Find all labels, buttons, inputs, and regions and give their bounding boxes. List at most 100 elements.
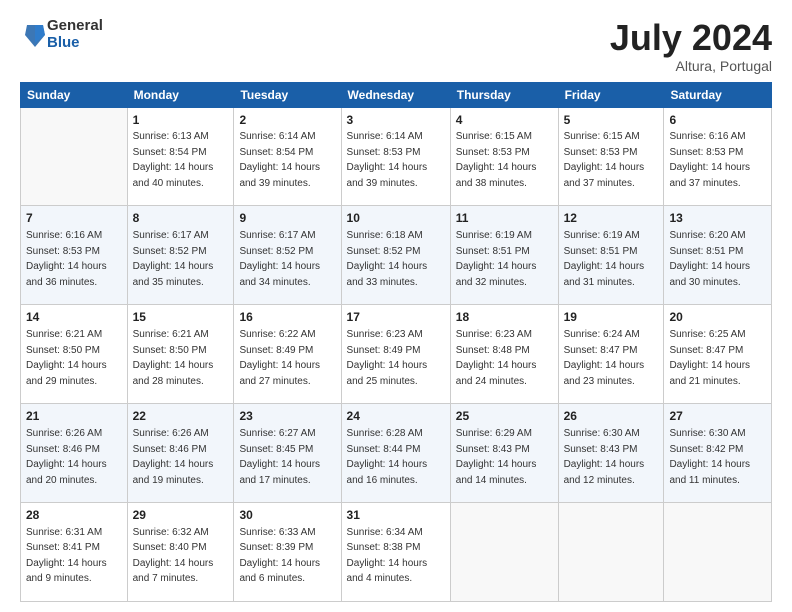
day-number: 17 xyxy=(347,309,445,326)
table-row: 23 Sunrise: 6:27 AMSunset: 8:45 PMDayligh… xyxy=(234,404,341,503)
day-info: Sunrise: 6:16 AMSunset: 8:53 PMDaylight:… xyxy=(26,230,107,288)
day-number: 14 xyxy=(26,309,122,326)
day-info: Sunrise: 6:16 AMSunset: 8:53 PMDaylight:… xyxy=(669,131,750,189)
day-info: Sunrise: 6:24 AMSunset: 8:47 PMDaylight:… xyxy=(564,329,645,387)
day-info: Sunrise: 6:25 AMSunset: 8:47 PMDaylight:… xyxy=(669,329,750,387)
table-row: 20 Sunrise: 6:25 AMSunset: 8:47 PMDayligh… xyxy=(664,305,772,404)
day-number: 9 xyxy=(239,210,335,227)
calendar-week-row: 28 Sunrise: 6:31 AMSunset: 8:41 PMDayligh… xyxy=(21,503,772,602)
table-row xyxy=(450,503,558,602)
logo-general-text: General xyxy=(47,18,103,35)
table-row: 14 Sunrise: 6:21 AMSunset: 8:50 PMDayligh… xyxy=(21,305,128,404)
day-number: 2 xyxy=(239,112,335,129)
calendar-week-row: 14 Sunrise: 6:21 AMSunset: 8:50 PMDayligh… xyxy=(21,305,772,404)
table-row: 15 Sunrise: 6:21 AMSunset: 8:50 PMDayligh… xyxy=(127,305,234,404)
day-info: Sunrise: 6:23 AMSunset: 8:48 PMDaylight:… xyxy=(456,329,537,387)
calendar-table: Sunday Monday Tuesday Wednesday Thursday… xyxy=(20,82,772,602)
day-number: 22 xyxy=(133,408,229,425)
header-monday: Monday xyxy=(127,82,234,107)
table-row: 8 Sunrise: 6:17 AMSunset: 8:52 PMDaylight… xyxy=(127,206,234,305)
day-number: 6 xyxy=(669,112,766,129)
header-saturday: Saturday xyxy=(664,82,772,107)
day-info: Sunrise: 6:33 AMSunset: 8:39 PMDaylight:… xyxy=(239,527,320,585)
day-number: 8 xyxy=(133,210,229,227)
day-number: 4 xyxy=(456,112,553,129)
table-row: 21Sunrise: 6:26 AMSunset: 8:46 PMDayligh… xyxy=(21,404,128,503)
day-info: Sunrise: 6:14 AMSunset: 8:54 PMDaylight:… xyxy=(239,131,320,189)
day-number: 24 xyxy=(347,408,445,425)
calendar-week-row: 7Sunrise: 6:16 AMSunset: 8:53 PMDaylight… xyxy=(21,206,772,305)
page: General Blue July 2024 Altura, Portugal … xyxy=(0,0,792,612)
day-info: Sunrise: 6:29 AMSunset: 8:43 PMDaylight:… xyxy=(456,428,537,486)
day-info: Sunrise: 6:31 AMSunset: 8:41 PMDaylight:… xyxy=(26,527,107,585)
table-row: 26 Sunrise: 6:30 AMSunset: 8:43 PMDayligh… xyxy=(558,404,664,503)
table-row xyxy=(21,107,128,206)
table-row: 7Sunrise: 6:16 AMSunset: 8:53 PMDaylight… xyxy=(21,206,128,305)
table-row: 22 Sunrise: 6:26 AMSunset: 8:46 PMDayligh… xyxy=(127,404,234,503)
day-number: 29 xyxy=(133,507,229,524)
day-info: Sunrise: 6:17 AMSunset: 8:52 PMDaylight:… xyxy=(133,230,214,288)
table-row: 30Sunrise: 6:33 AMSunset: 8:39 PMDayligh… xyxy=(234,503,341,602)
day-number: 5 xyxy=(564,112,659,129)
day-number: 26 xyxy=(564,408,659,425)
calendar-week-row: 21Sunrise: 6:26 AMSunset: 8:46 PMDayligh… xyxy=(21,404,772,503)
logo-blue-text: Blue xyxy=(47,35,103,52)
calendar-week-row: 1 Sunrise: 6:13 AMSunset: 8:54 PMDaylight… xyxy=(21,107,772,206)
day-number: 18 xyxy=(456,309,553,326)
logo-icon xyxy=(23,21,47,49)
day-info: Sunrise: 6:30 AMSunset: 8:43 PMDaylight:… xyxy=(564,428,645,486)
day-number: 27 xyxy=(669,408,766,425)
day-number: 28 xyxy=(26,507,122,524)
table-row xyxy=(558,503,664,602)
header-wednesday: Wednesday xyxy=(341,82,450,107)
table-row xyxy=(664,503,772,602)
table-row: 27 Sunrise: 6:30 AMSunset: 8:42 PMDayligh… xyxy=(664,404,772,503)
day-info: Sunrise: 6:19 AMSunset: 8:51 PMDaylight:… xyxy=(564,230,645,288)
table-row: 9 Sunrise: 6:17 AMSunset: 8:52 PMDaylight… xyxy=(234,206,341,305)
day-number: 11 xyxy=(456,210,553,227)
table-row: 2 Sunrise: 6:14 AMSunset: 8:54 PMDaylight… xyxy=(234,107,341,206)
day-info: Sunrise: 6:20 AMSunset: 8:51 PMDaylight:… xyxy=(669,230,750,288)
table-row: 24 Sunrise: 6:28 AMSunset: 8:44 PMDayligh… xyxy=(341,404,450,503)
table-row: 4 Sunrise: 6:15 AMSunset: 8:53 PMDaylight… xyxy=(450,107,558,206)
table-row: 6 Sunrise: 6:16 AMSunset: 8:53 PMDaylight… xyxy=(664,107,772,206)
table-row: 25Sunrise: 6:29 AMSunset: 8:43 PMDayligh… xyxy=(450,404,558,503)
day-number: 23 xyxy=(239,408,335,425)
day-number: 15 xyxy=(133,309,229,326)
day-number: 19 xyxy=(564,309,659,326)
day-number: 12 xyxy=(564,210,659,227)
day-info: Sunrise: 6:21 AMSunset: 8:50 PMDaylight:… xyxy=(133,329,214,387)
table-row: 12 Sunrise: 6:19 AMSunset: 8:51 PMDayligh… xyxy=(558,206,664,305)
day-number: 13 xyxy=(669,210,766,227)
day-info: Sunrise: 6:13 AMSunset: 8:54 PMDaylight:… xyxy=(133,131,214,189)
table-row: 17Sunrise: 6:23 AMSunset: 8:49 PMDayligh… xyxy=(341,305,450,404)
day-info: Sunrise: 6:18 AMSunset: 8:52 PMDaylight:… xyxy=(347,230,428,288)
month-year-title: July 2024 xyxy=(610,18,772,58)
table-row: 19 Sunrise: 6:24 AMSunset: 8:47 PMDayligh… xyxy=(558,305,664,404)
day-info: Sunrise: 6:26 AMSunset: 8:46 PMDaylight:… xyxy=(133,428,214,486)
day-info: Sunrise: 6:15 AMSunset: 8:53 PMDaylight:… xyxy=(456,131,537,189)
day-info: Sunrise: 6:30 AMSunset: 8:42 PMDaylight:… xyxy=(669,428,750,486)
table-row: 28 Sunrise: 6:31 AMSunset: 8:41 PMDayligh… xyxy=(21,503,128,602)
table-row: 18 Sunrise: 6:23 AMSunset: 8:48 PMDayligh… xyxy=(450,305,558,404)
day-number: 10 xyxy=(347,210,445,227)
header-friday: Friday xyxy=(558,82,664,107)
table-row: 5Sunrise: 6:15 AMSunset: 8:53 PMDaylight… xyxy=(558,107,664,206)
day-info: Sunrise: 6:14 AMSunset: 8:53 PMDaylight:… xyxy=(347,131,428,189)
day-number: 20 xyxy=(669,309,766,326)
table-row: 11 Sunrise: 6:19 AMSunset: 8:51 PMDayligh… xyxy=(450,206,558,305)
day-info: Sunrise: 6:21 AMSunset: 8:50 PMDaylight:… xyxy=(26,329,107,387)
day-info: Sunrise: 6:27 AMSunset: 8:45 PMDaylight:… xyxy=(239,428,320,486)
header-sunday: Sunday xyxy=(21,82,128,107)
day-info: Sunrise: 6:28 AMSunset: 8:44 PMDaylight:… xyxy=(347,428,428,486)
table-row: 31Sunrise: 6:34 AMSunset: 8:38 PMDayligh… xyxy=(341,503,450,602)
day-info: Sunrise: 6:17 AMSunset: 8:52 PMDaylight:… xyxy=(239,230,320,288)
table-row: 13 Sunrise: 6:20 AMSunset: 8:51 PMDayligh… xyxy=(664,206,772,305)
location-subtitle: Altura, Portugal xyxy=(610,58,772,74)
day-number: 1 xyxy=(133,112,229,129)
day-number: 3 xyxy=(347,112,445,129)
day-info: Sunrise: 6:22 AMSunset: 8:49 PMDaylight:… xyxy=(239,329,320,387)
header: General Blue July 2024 Altura, Portugal xyxy=(20,18,772,74)
day-info: Sunrise: 6:19 AMSunset: 8:51 PMDaylight:… xyxy=(456,230,537,288)
day-number: 31 xyxy=(347,507,445,524)
